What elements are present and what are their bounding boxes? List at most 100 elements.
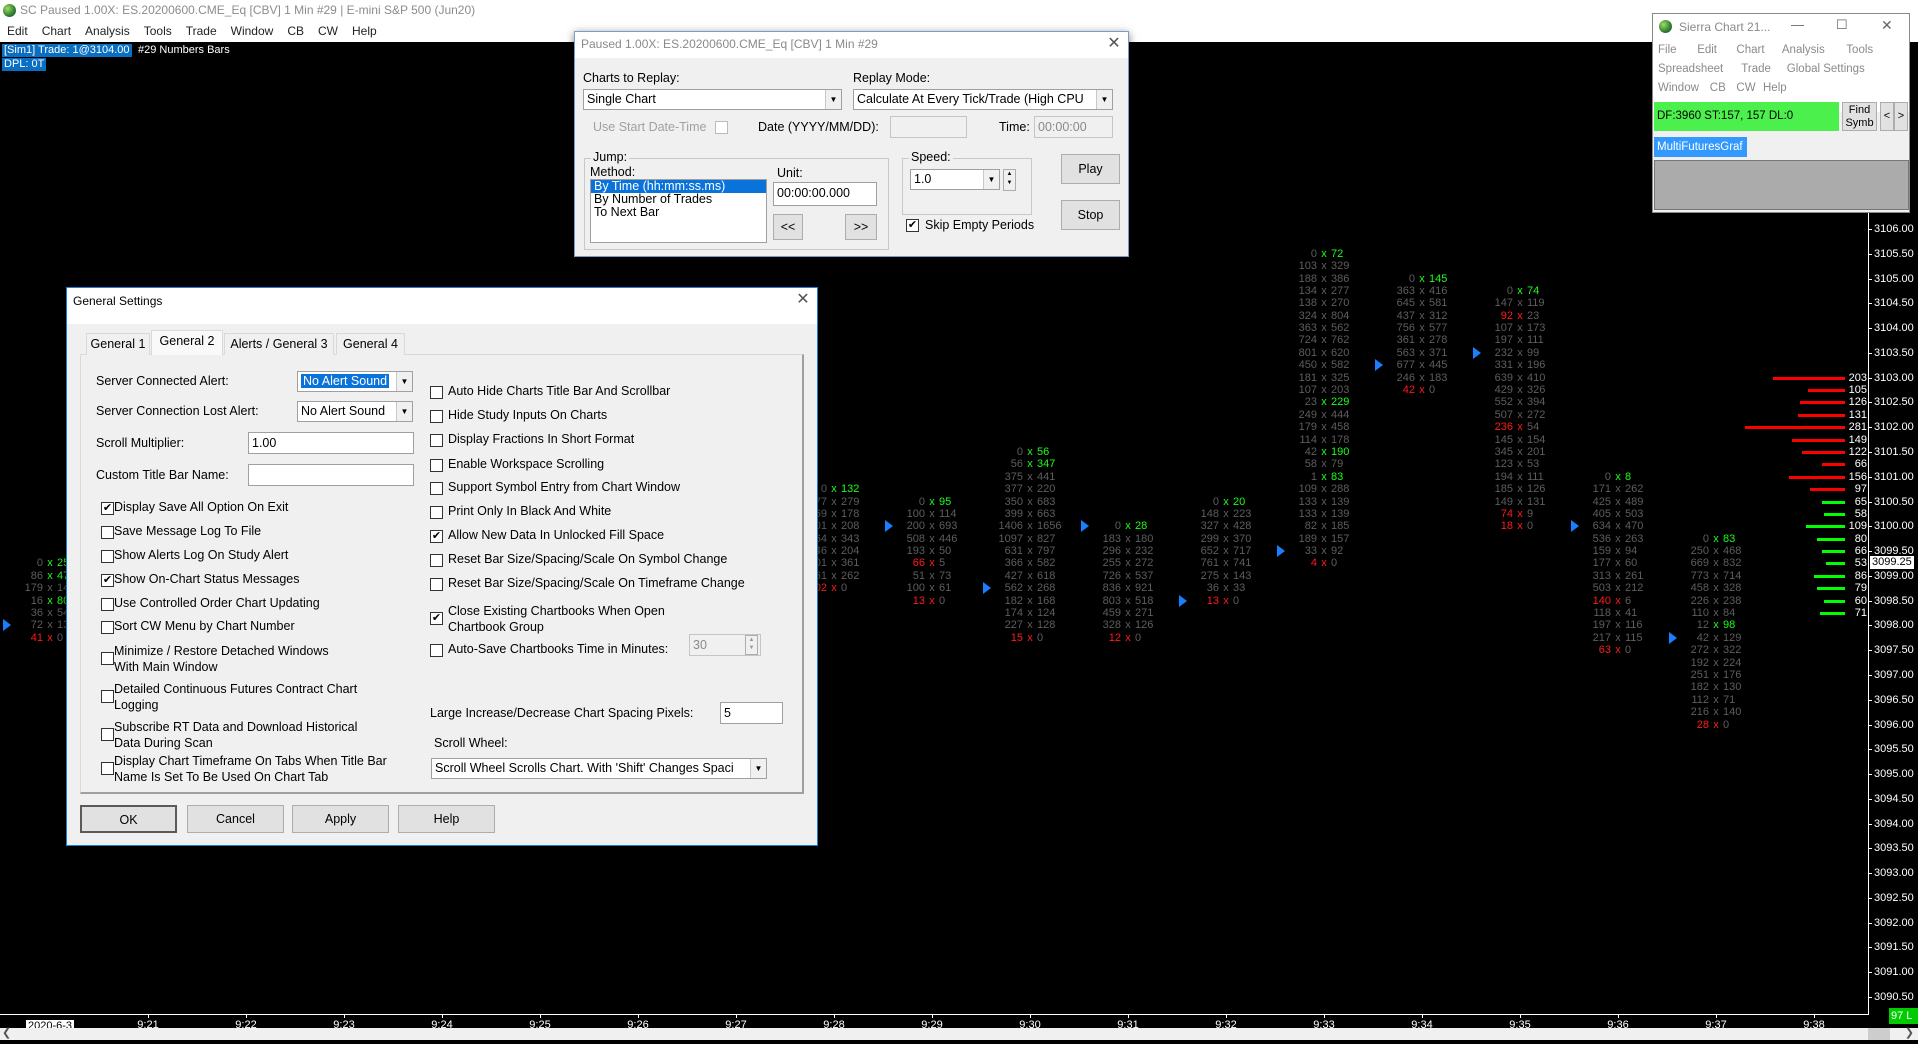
mini-menu-item[interactable]: Trade — [1741, 63, 1771, 75]
mini-menu-item[interactable]: Tools — [1846, 44, 1873, 56]
mini-menu-item[interactable]: Edit — [1697, 44, 1717, 56]
use-start-date-time-checkbox[interactable] — [715, 121, 728, 134]
cancel-button[interactable]: Cancel — [187, 805, 284, 833]
setting-checkbox[interactable] — [101, 598, 114, 611]
setting-checkbox[interactable] — [430, 482, 443, 495]
setting-checkbox[interactable] — [101, 550, 114, 563]
setting-checkbox[interactable] — [430, 459, 443, 472]
unit-input[interactable]: 00:00:00.000 — [773, 182, 877, 206]
price-label: 3097.50 — [1874, 644, 1914, 657]
time-input[interactable]: 00:00:00 — [1034, 116, 1113, 138]
scrollbar-thumb[interactable] — [1868, 1028, 1890, 1040]
chevron-down-icon[interactable]: ▼ — [825, 90, 841, 109]
replay-mode-select[interactable]: Calculate At Every Tick/Trade (High CPU ▼ — [853, 89, 1113, 110]
time-tick — [1030, 1014, 1031, 1018]
mini-menu-item[interactable]: Spreadsheet — [1658, 63, 1723, 75]
menu-tools[interactable]: Tools — [144, 24, 172, 38]
setting-checkbox[interactable] — [430, 386, 443, 399]
tab-general-2[interactable]: General 2 — [151, 330, 223, 355]
stop-button[interactable]: Stop — [1061, 200, 1120, 230]
chevron-down-icon[interactable]: ▼ — [1096, 90, 1112, 109]
mini-menu-item[interactable]: Chart — [1736, 44, 1764, 56]
large-spacing-input[interactable]: 5 — [720, 702, 783, 724]
help-button[interactable]: Help — [398, 805, 495, 833]
setting-checkbox[interactable] — [101, 762, 114, 775]
mini-menu-item[interactable]: Analysis — [1782, 44, 1825, 56]
tab-general-1[interactable]: General 1 — [86, 333, 150, 355]
next-button[interactable]: > — [1894, 102, 1908, 131]
find-symbol-button[interactable]: Find Symb — [1842, 102, 1877, 131]
tab-multifuturesgraf[interactable]: MultiFuturesGraf — [1654, 137, 1747, 157]
mini-menu-item[interactable]: Window — [1658, 82, 1699, 94]
chart-horizontal-scrollbar[interactable]: ❮ ❯ — [0, 1026, 1918, 1040]
tab-alerts-general-3[interactable]: Alerts / General 3 — [224, 333, 334, 355]
autosave-spinner[interactable]: ▲ ▼ — [745, 635, 758, 655]
speed-spinner[interactable]: ▲ ▼ — [1003, 169, 1016, 191]
setting-checkbox[interactable] — [101, 652, 114, 665]
mini-menu-item[interactable]: CB — [1710, 82, 1726, 94]
maximize-icon[interactable]: ☐ — [1836, 17, 1848, 33]
setting-checkbox[interactable]: ✔ — [430, 612, 443, 625]
menu-window[interactable]: Window — [231, 24, 274, 38]
tab-general-4[interactable]: General 4 — [336, 333, 405, 355]
scroll-right-icon[interactable]: ❯ — [1905, 1026, 1914, 1039]
mini-menu-item[interactable]: Help — [1763, 82, 1787, 94]
menu-chart[interactable]: Chart — [42, 24, 71, 38]
menu-analysis[interactable]: Analysis — [85, 24, 130, 38]
setting-checkbox[interactable] — [430, 410, 443, 423]
jump-method-list[interactable]: By Time (hh:mm:ss.ms) By Number of Trade… — [590, 179, 767, 243]
chevron-down-icon[interactable]: ▼ — [750, 759, 766, 778]
scroll-wheel-select[interactable]: Scroll Wheel Scrolls Chart. With 'Shift'… — [431, 758, 767, 779]
mini-menu-item[interactable]: File — [1658, 44, 1677, 56]
menu-trade[interactable]: Trade — [186, 24, 217, 38]
price-label: 3103.00 — [1874, 371, 1914, 384]
setting-checkbox[interactable]: ✔ — [101, 502, 114, 515]
chevron-down-icon[interactable]: ▼ — [983, 170, 999, 189]
separator: x — [929, 594, 935, 607]
mini-menu-item[interactable]: Global Settings — [1787, 63, 1865, 75]
server-lost-alert-select[interactable]: No Alert Sound ▼ — [297, 401, 413, 422]
chevron-down-icon[interactable]: ▼ — [396, 402, 412, 421]
ask-volume: 111 — [1527, 334, 1544, 347]
jump-forward-button[interactable]: >> — [845, 214, 877, 240]
custom-title-bar-input[interactable] — [248, 464, 414, 486]
setting-checkbox[interactable] — [101, 621, 114, 634]
speed-select[interactable]: 1.0 ▼ — [910, 169, 1000, 190]
close-icon[interactable]: ✕ — [1881, 17, 1893, 34]
close-icon[interactable]: ✕ — [795, 292, 811, 308]
method-next-bar[interactable]: To Next Bar — [591, 206, 766, 219]
setting-checkbox[interactable] — [430, 578, 443, 591]
scroll-multiplier-input[interactable]: 1.00 — [248, 432, 414, 454]
setting-checkbox[interactable] — [101, 526, 114, 539]
setting-checkbox[interactable] — [101, 690, 114, 703]
minimize-icon[interactable]: — — [1791, 17, 1804, 32]
jump-back-button[interactable]: << — [773, 214, 803, 240]
setting-checkbox[interactable] — [430, 644, 443, 657]
setting-checkbox[interactable]: ✔ — [101, 574, 114, 587]
mini-menu-item[interactable]: CW — [1736, 82, 1755, 94]
setting-checkbox[interactable] — [430, 554, 443, 567]
chevron-down-icon[interactable]: ▼ — [396, 372, 412, 391]
charts-to-replay-select[interactable]: Single Chart ▼ — [583, 89, 842, 110]
ok-button[interactable]: OK — [80, 805, 177, 833]
price-label: 3095.00 — [1874, 768, 1914, 781]
setting-label: Auto Hide Charts Title Bar And Scrollbar — [448, 384, 671, 398]
scroll-left-icon[interactable]: ❮ — [2, 1026, 11, 1039]
setting-checkbox[interactable] — [430, 506, 443, 519]
prev-button[interactable]: < — [1880, 102, 1894, 131]
close-icon[interactable]: ✕ — [1106, 36, 1122, 52]
ask-volume: 361 — [841, 557, 860, 570]
skip-empty-periods-checkbox[interactable]: ✔ — [906, 219, 919, 232]
apply-button[interactable]: Apply — [292, 805, 389, 833]
setting-checkbox[interactable] — [430, 434, 443, 447]
server-connected-alert-select[interactable]: No Alert Sound ▼ — [297, 371, 413, 392]
menu-cw[interactable]: CW — [318, 24, 338, 38]
separator: x — [1321, 557, 1327, 570]
setting-checkbox[interactable] — [101, 728, 114, 741]
setting-checkbox[interactable]: ✔ — [430, 530, 443, 543]
play-button[interactable]: Play — [1061, 154, 1120, 184]
menu-cb[interactable]: CB — [287, 24, 304, 38]
menu-help[interactable]: Help — [352, 24, 377, 38]
menu-edit[interactable]: Edit — [7, 24, 28, 38]
date-input[interactable] — [890, 116, 967, 138]
